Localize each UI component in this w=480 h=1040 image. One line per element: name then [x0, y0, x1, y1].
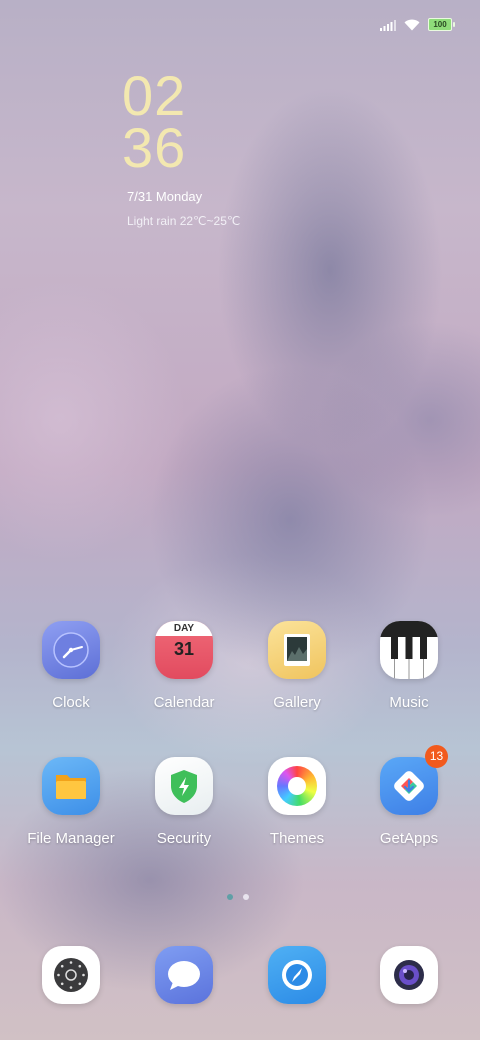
weather-label[interactable]: Light rain 22℃~25℃	[127, 214, 240, 228]
app-calendar[interactable]: DAY 31 Calendar	[124, 621, 244, 711]
dock-camera[interactable]	[349, 946, 469, 1004]
app-label: Music	[389, 694, 429, 711]
getapps-icon: 13	[380, 745, 448, 815]
clock-widget[interactable]: 02 36	[122, 64, 187, 179]
app-themes[interactable]: Themes	[237, 757, 357, 847]
color-wheel-icon	[268, 757, 326, 815]
piano-icon	[380, 621, 438, 679]
app-clock[interactable]: Clock	[11, 621, 131, 711]
dock-browser[interactable]	[237, 946, 357, 1004]
app-label: Clock	[52, 694, 90, 711]
page-dot-active	[227, 894, 233, 900]
app-music[interactable]: Music	[349, 621, 469, 711]
camera-icon	[380, 946, 438, 1004]
status-bar: 100	[380, 18, 455, 31]
app-label: Security	[156, 830, 212, 847]
dock-phone[interactable]	[11, 946, 131, 1004]
browser-icon	[268, 946, 326, 1004]
wallpaper	[0, 0, 480, 1040]
calendar-date-number: 31	[173, 639, 195, 659]
wifi-icon	[404, 19, 420, 30]
app-label: Calendar	[153, 694, 215, 711]
calendar-icon: DAY 31	[155, 621, 213, 679]
notification-badge: 13	[425, 745, 448, 768]
dock-messages[interactable]	[124, 946, 244, 1004]
phone-dialpad-icon	[42, 946, 100, 1004]
app-label: Themes	[269, 830, 325, 847]
clock-hour: 02	[122, 64, 187, 127]
folder-icon	[42, 757, 100, 815]
date-label: 7/31 Monday	[127, 189, 203, 204]
messages-icon	[155, 946, 213, 1004]
app-file-manager[interactable]: File Manager	[11, 757, 131, 847]
battery-icon: 100	[428, 18, 455, 31]
app-gallery[interactable]: Gallery	[237, 621, 357, 711]
app-label: Gallery	[273, 694, 321, 711]
gallery-icon	[268, 621, 326, 679]
clock-minute: 36	[122, 116, 187, 179]
calendar-day-text: DAY	[155, 621, 213, 636]
app-label: GetApps	[379, 830, 439, 847]
app-label: File Manager	[27, 830, 115, 847]
signal-icon	[380, 19, 396, 31]
shield-icon	[155, 757, 213, 815]
app-getapps[interactable]: 13 GetApps	[349, 745, 469, 847]
app-security[interactable]: Security	[124, 757, 244, 847]
page-dot	[243, 894, 249, 900]
page-indicator[interactable]	[227, 894, 249, 900]
clock-icon	[42, 621, 100, 679]
